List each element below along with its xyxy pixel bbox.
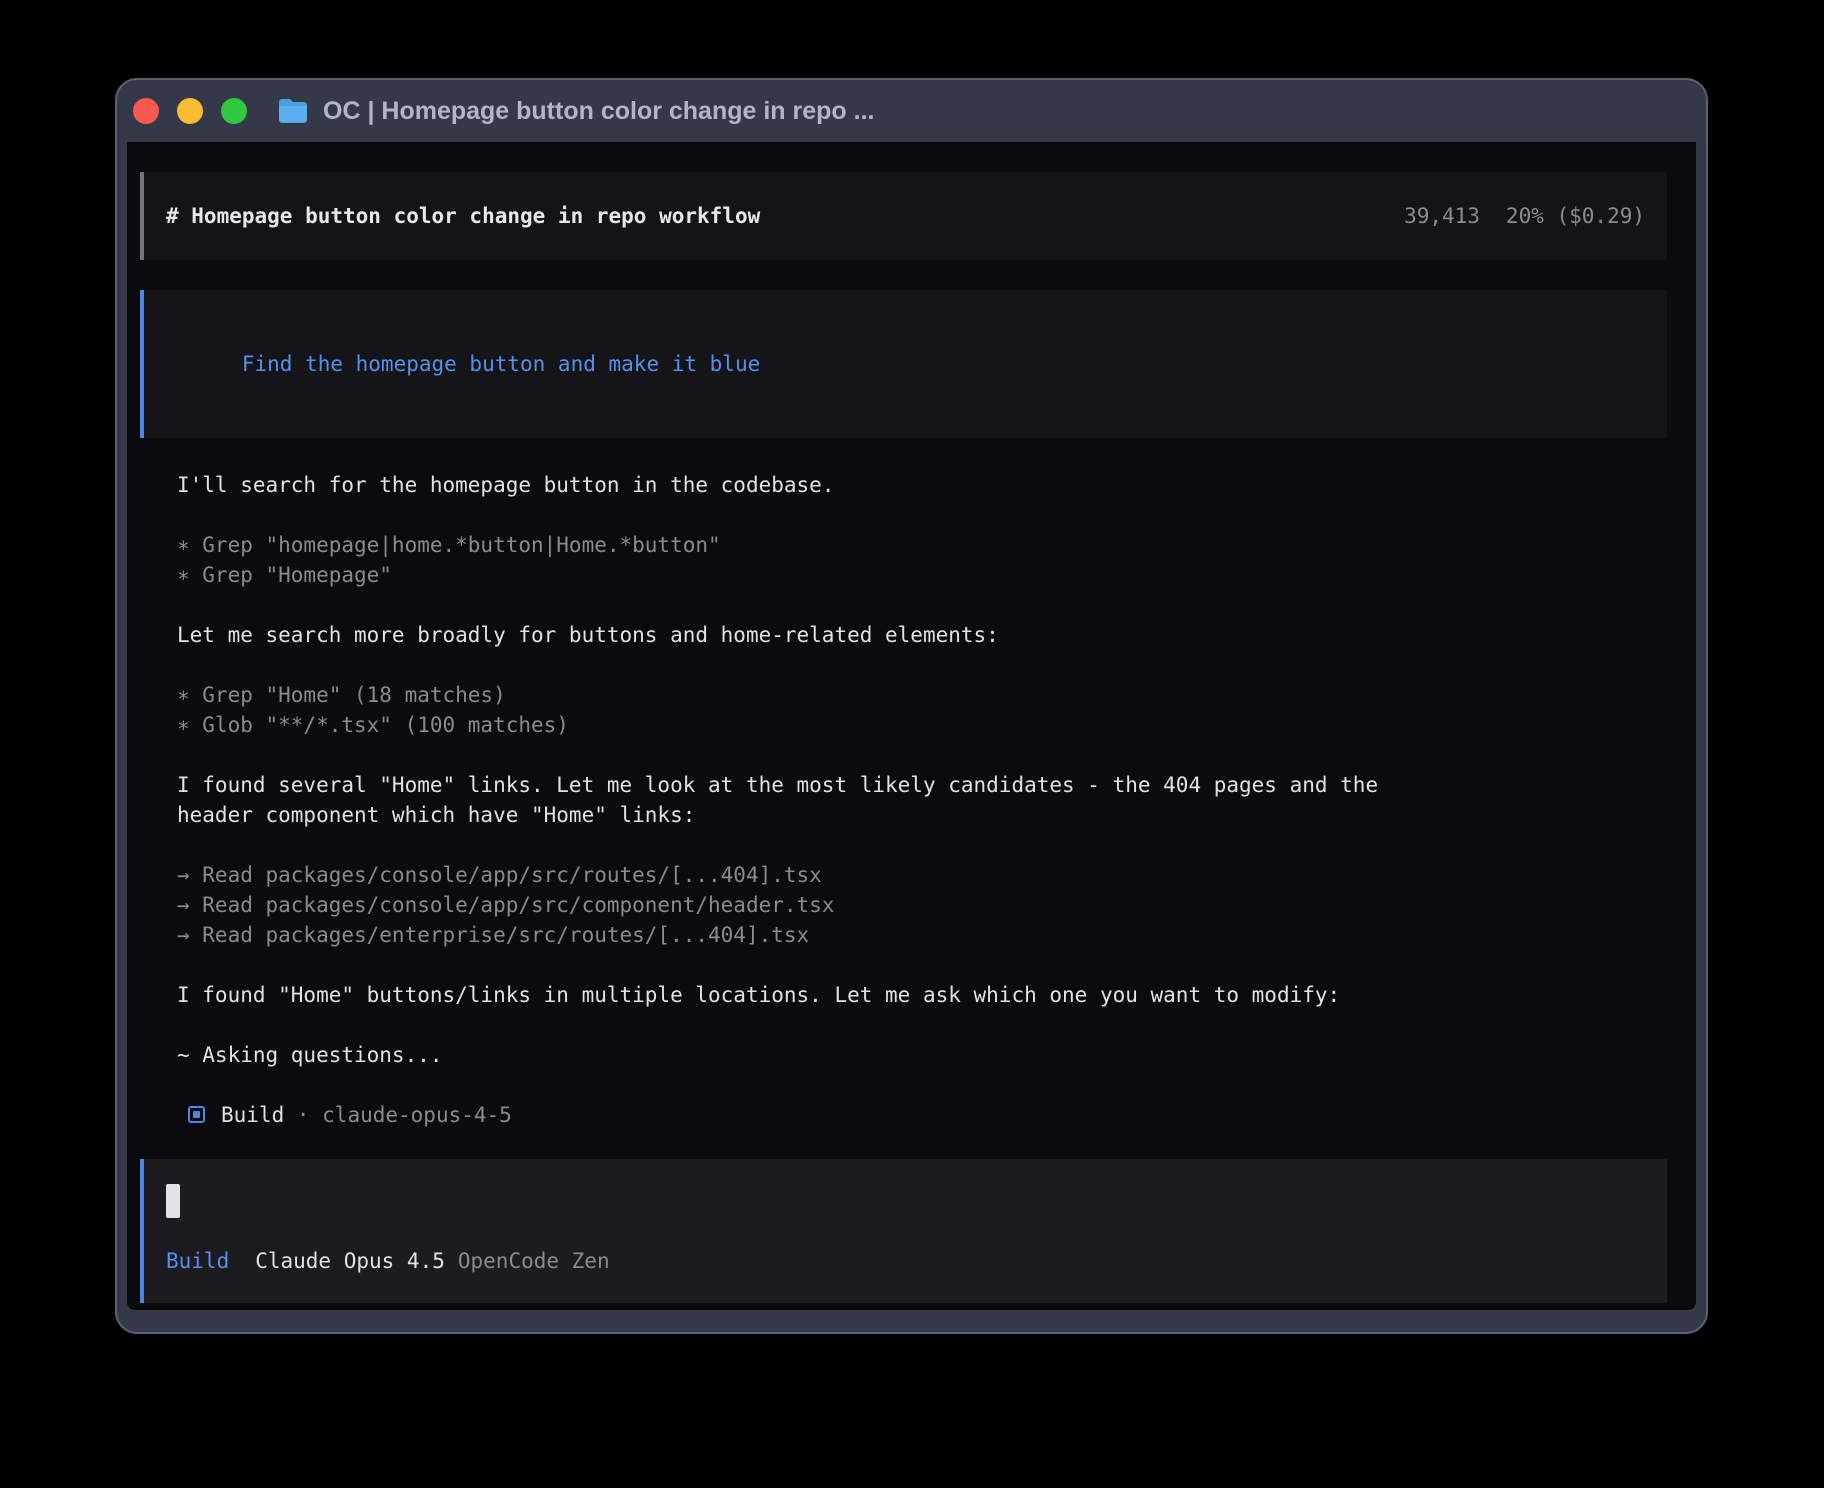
transcript-line xyxy=(177,590,1667,620)
transcript-text: ∗ Grep "homepage|home.*button|Home.*butt… xyxy=(177,533,721,557)
transcript-text: ∗ Grep "Home" (18 matches) xyxy=(177,683,506,707)
window-title: OC | Homepage button color change in rep… xyxy=(323,97,874,126)
transcript-line xyxy=(177,1010,1667,1040)
transcript-text: header component which have "Home" links… xyxy=(177,803,695,827)
transcript-line: ~ Asking questions... xyxy=(177,1040,1667,1070)
folder-icon xyxy=(277,98,309,124)
transcript-line xyxy=(177,950,1667,980)
transcript-text: I found "Home" buttons/links in multiple… xyxy=(177,983,1340,1007)
session-title: # Homepage button color change in repo w… xyxy=(166,201,760,231)
transcript-line xyxy=(177,650,1667,680)
session-header: # Homepage button color change in repo w… xyxy=(140,172,1667,260)
titlebar: OC | Homepage button color change in rep… xyxy=(117,80,1706,142)
prompt-input[interactable]: Build Claude Opus 4.5 OpenCode Zen xyxy=(140,1159,1667,1303)
mode-line: Build Claude Opus 4.5 OpenCode Zen xyxy=(166,1246,1645,1276)
transcript-line xyxy=(177,500,1667,530)
transcript-line: ∗ Grep "Homepage" xyxy=(177,560,1667,590)
transcript-line xyxy=(177,1070,1667,1100)
transcript-line: Build · claude-opus-4-5 xyxy=(177,1100,1667,1130)
transcript-line: ∗ Glob "**/*.tsx" (100 matches) xyxy=(177,710,1667,740)
transcript-text: ∗ Grep "Homepage" xyxy=(177,563,392,587)
transcript-line: I'll search for the homepage button in t… xyxy=(177,470,1667,500)
user-message-text: Find the homepage button and make it blu… xyxy=(242,352,760,376)
minimize-button[interactable] xyxy=(177,98,203,124)
transcript-line: ∗ Grep "homepage|home.*button|Home.*butt… xyxy=(177,530,1667,560)
model-name: Claude Opus 4.5 xyxy=(255,1246,445,1276)
transcript-line xyxy=(177,740,1667,770)
transcript-line: Let me search more broadly for buttons a… xyxy=(177,620,1667,650)
provider-name: OpenCode Zen xyxy=(458,1246,610,1276)
transcript-text: Let me search more broadly for buttons a… xyxy=(177,623,999,647)
text-cursor xyxy=(166,1184,180,1218)
transcript-line: → Read packages/console/app/src/componen… xyxy=(177,890,1667,920)
context-cost: 20% ($0.29) xyxy=(1506,204,1645,228)
session-stats: 39,413 20% ($0.29) xyxy=(1404,201,1645,231)
transcript-text: → Read packages/enterprise/src/routes/[.… xyxy=(177,923,809,947)
assistant-transcript: I'll search for the homepage button in t… xyxy=(177,470,1667,1130)
transcript-text: ∗ Glob "**/*.tsx" (100 matches) xyxy=(177,713,569,737)
transcript-text: → Read packages/console/app/src/componen… xyxy=(177,893,834,917)
transcript-text: I'll search for the homepage button in t… xyxy=(177,473,834,497)
transcript-line xyxy=(177,830,1667,860)
transcript-line: ∗ Grep "Home" (18 matches) xyxy=(177,680,1667,710)
transcript-line: → Read packages/enterprise/src/routes/[.… xyxy=(177,920,1667,950)
user-message: Find the homepage button and make it blu… xyxy=(140,290,1667,438)
agent-square-icon xyxy=(188,1106,205,1123)
transcript-line: header component which have "Home" links… xyxy=(177,800,1667,830)
transcript-line: I found "Home" buttons/links in multiple… xyxy=(177,980,1667,1010)
transcript-text: Build xyxy=(221,1103,284,1127)
input-line[interactable] xyxy=(166,1186,1645,1216)
close-button[interactable] xyxy=(133,98,159,124)
agent-mode: Build xyxy=(166,1246,229,1276)
transcript-text: ~ Asking questions... xyxy=(177,1043,443,1067)
transcript-line: I found several "Home" links. Let me loo… xyxy=(177,770,1667,800)
terminal-content: # Homepage button color change in repo w… xyxy=(127,142,1696,1310)
traffic-lights xyxy=(133,98,247,124)
zoom-button[interactable] xyxy=(221,98,247,124)
token-count: 39,413 xyxy=(1404,204,1480,228)
transcript-text: I found several "Home" links. Let me loo… xyxy=(177,773,1378,797)
transcript-text: · xyxy=(284,1103,322,1127)
terminal-window: OC | Homepage button color change in rep… xyxy=(115,78,1708,1334)
transcript-text: claude-opus-4-5 xyxy=(322,1103,512,1127)
transcript-text: → Read packages/console/app/src/routes/[… xyxy=(177,863,822,887)
transcript-line: → Read packages/console/app/src/routes/[… xyxy=(177,860,1667,890)
